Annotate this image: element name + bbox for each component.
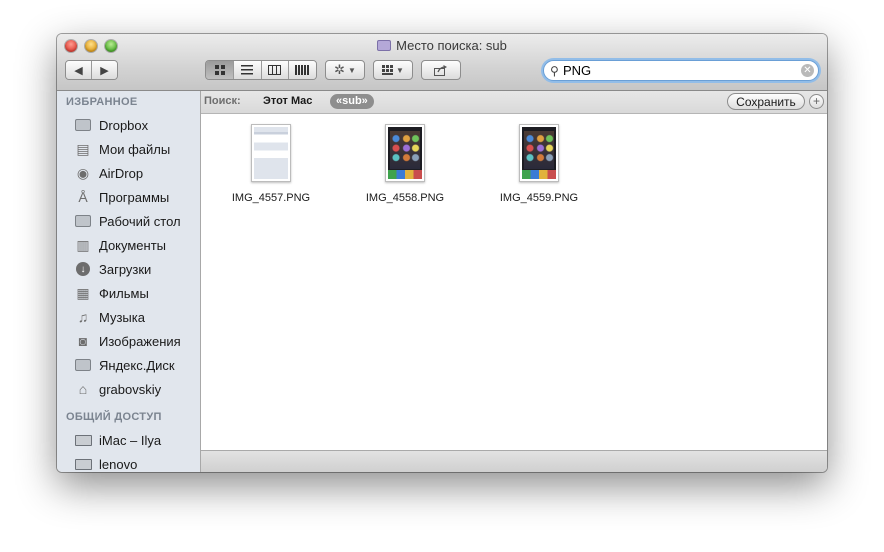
sidebar-item-applications[interactable]: Å Программы — [57, 185, 200, 209]
view-mode-control — [205, 60, 317, 80]
column-view-button[interactable] — [261, 61, 289, 79]
sidebar-item-label: Программы — [99, 189, 170, 205]
sidebar-item-downloads[interactable]: ↓ Загрузки — [57, 257, 200, 281]
search-scope-bar: Поиск: Этот Mac «sub» Сохранить + — [201, 91, 827, 114]
list-view-icon — [241, 65, 254, 75]
home-icon: ⌂ — [78, 381, 88, 397]
computer-icon — [74, 432, 92, 448]
list-view-button[interactable] — [234, 61, 262, 79]
sidebar-item-music[interactable]: ♫ Музыка — [57, 305, 200, 329]
icon-view-button[interactable] — [206, 61, 235, 79]
sidebar-item-airdrop[interactable]: ◉ AirDrop — [57, 161, 200, 185]
sidebar-item-home[interactable]: ⌂ grabovskiy — [57, 377, 200, 401]
search-field: ⚲ ✕ — [543, 60, 819, 81]
share-icon — [434, 64, 447, 76]
sidebar-item-documents[interactable]: ▥ Документы — [57, 233, 200, 257]
finder-window: Место поиска: sub ◀ ▶ ✲ ▼ ▼ ⚲ PNG ✕ ИЗБР… — [57, 34, 827, 472]
file-thumbnail — [251, 124, 291, 182]
clear-search-icon[interactable]: ✕ — [801, 64, 814, 77]
file-name: IMG_4557.PNG — [231, 192, 311, 204]
sidebar-item-label: lenovo — [99, 456, 138, 472]
sidebar-item-label: iMac – Ilya — [99, 432, 162, 448]
arrange-menu-button[interactable]: ▼ — [373, 60, 413, 80]
add-criteria-button[interactable]: + — [809, 94, 824, 109]
back-button[interactable]: ◀ — [66, 61, 92, 79]
icon-view-icon — [214, 65, 225, 75]
sidebar-item-label: Яндекс.Диск — [99, 357, 175, 373]
documents-icon: ▥ — [76, 236, 90, 253]
sidebar-item-label: Изображения — [99, 333, 181, 349]
scope-label: Поиск: — [204, 95, 241, 107]
file-item[interactable]: IMG_4557.PNG — [206, 124, 336, 204]
file-name: IMG_4559.PNG — [499, 192, 579, 204]
sidebar-item-lenovo[interactable]: lenovo — [57, 452, 200, 472]
save-search-button[interactable]: Сохранить — [727, 93, 805, 110]
coverflow-view-icon — [295, 65, 310, 75]
file-item[interactable]: IMG_4559.PNG — [474, 124, 604, 204]
scope-folder-sub[interactable]: «sub» — [330, 94, 374, 109]
status-bar — [201, 450, 827, 472]
chevron-left-icon: ◀ — [74, 64, 83, 77]
folder-icon — [74, 117, 92, 133]
homescreen-screenshot-thumbnail — [522, 127, 556, 179]
computer-icon — [74, 456, 92, 472]
gear-icon: ✲ — [334, 62, 345, 77]
sidebar-item-label: grabovskiy — [99, 381, 162, 397]
titlebar: Место поиска: sub ◀ ▶ ✲ ▼ ▼ ⚲ PNG ✕ — [57, 34, 827, 91]
airdrop-icon: ◉ — [76, 164, 90, 181]
file-name: IMG_4558.PNG — [365, 192, 445, 204]
sidebar-item-label: Фильмы — [99, 285, 149, 301]
sidebar-item-label: Загрузки — [99, 261, 152, 277]
sidebar-item-dropbox[interactable]: Dropbox — [57, 113, 200, 137]
sidebar-header-favorites: ИЗБРАННОЕ — [66, 96, 138, 108]
sidebar-item-movies[interactable]: ▦ Фильмы — [57, 281, 200, 305]
desktop-icon — [74, 213, 92, 229]
sidebar-item-all-files[interactable]: ▤ Мои файлы — [57, 137, 200, 161]
column-view-icon — [268, 65, 282, 75]
sidebar-item-label: AirDrop — [99, 165, 144, 181]
applications-icon: Å — [78, 189, 88, 205]
movies-icon: ▦ — [76, 284, 90, 301]
sidebar-item-imac-ilya[interactable]: iMac – Ilya — [57, 428, 200, 452]
window-title: Место поиска: sub — [57, 38, 827, 53]
sidebar-item-label: Рабочий стол — [99, 213, 181, 229]
back-forward-control: ◀ ▶ — [65, 60, 118, 80]
window-title-text: Место поиска: sub — [396, 38, 507, 53]
sidebar-item-label: Мои файлы — [99, 141, 171, 157]
sidebar-item-pictures[interactable]: ◙ Изображения — [57, 329, 200, 353]
sidebar-item-label: Dropbox — [99, 117, 149, 133]
share-button[interactable] — [421, 60, 461, 80]
chevron-right-icon: ▶ — [100, 64, 109, 77]
downloads-icon: ↓ — [74, 261, 92, 277]
pictures-icon: ◙ — [78, 333, 88, 349]
action-menu-button[interactable]: ✲ ▼ — [325, 60, 365, 80]
grid-icon — [382, 65, 394, 75]
scope-this-mac[interactable]: Этот Mac — [263, 95, 312, 107]
music-icon: ♫ — [77, 309, 89, 325]
chevron-down-icon: ▼ — [347, 65, 356, 75]
sidebar-item-label: Музыка — [99, 309, 145, 325]
sidebar: ИЗБРАННОЕ Dropbox ▤ Мои файлы ◉ AirDrop … — [57, 91, 201, 472]
folder-icon — [74, 357, 92, 373]
file-thumbnail — [519, 124, 559, 182]
search-input[interactable] — [563, 62, 793, 78]
file-item[interactable]: IMG_4558.PNG — [340, 124, 470, 204]
file-thumbnail — [385, 124, 425, 182]
sidebar-header-shared: ОБЩИЙ ДОСТУП — [66, 411, 162, 423]
smart-folder-icon — [377, 40, 392, 51]
homescreen-screenshot-thumbnail — [388, 127, 422, 179]
sidebar-item-desktop[interactable]: Рабочий стол — [57, 209, 200, 233]
all-files-icon: ▤ — [76, 140, 90, 157]
sidebar-item-yandex-disk[interactable]: Яндекс.Диск — [57, 353, 200, 377]
chevron-down-icon: ▼ — [396, 65, 404, 75]
settings-screenshot-thumbnail — [254, 127, 288, 179]
coverflow-view-button[interactable] — [288, 61, 316, 79]
search-icon: ⚲ — [550, 64, 559, 78]
forward-button[interactable]: ▶ — [92, 61, 117, 79]
sidebar-item-label: Документы — [99, 237, 167, 253]
search-results: IMG_4557.PNG IMG_4558.PNG IMG_4559.PNG — [201, 114, 827, 450]
